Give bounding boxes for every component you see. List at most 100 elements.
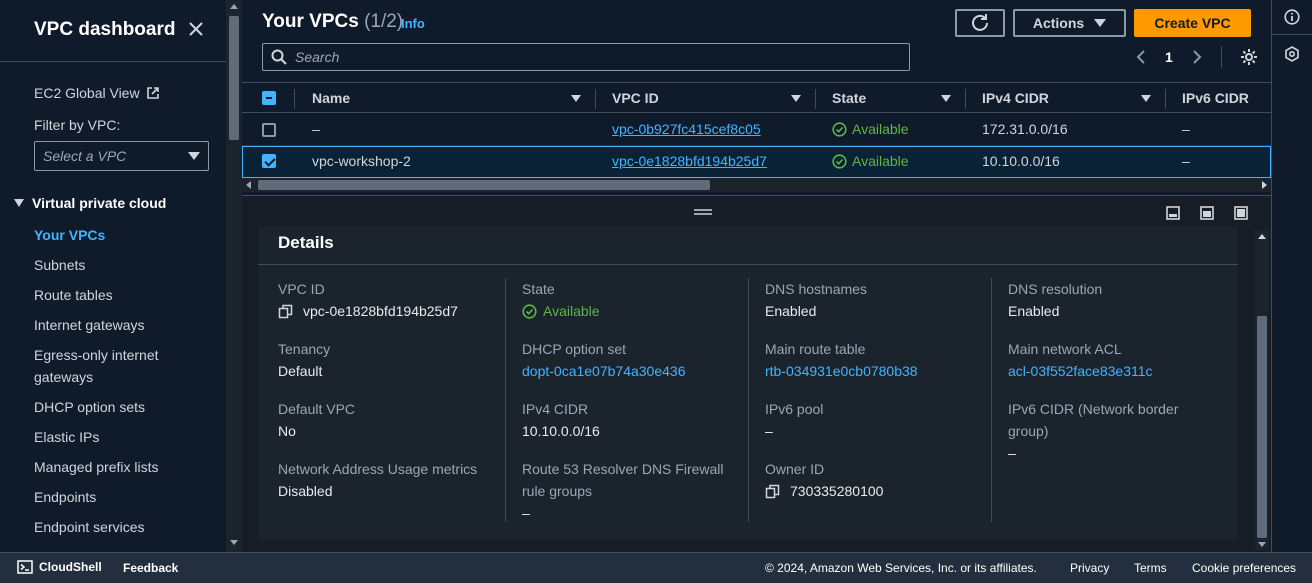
sort-icon[interactable]	[1141, 95, 1151, 102]
sidebar-item-dhcp-option-sets[interactable]: DHCP option sets	[34, 396, 214, 418]
table-row[interactable]: – vpc-0b927fc415cef8c05 Available 172.31…	[242, 114, 1271, 146]
detail-label: Owner ID	[765, 461, 825, 477]
check-circle-icon	[832, 121, 847, 137]
selection-count: (1/2)	[364, 11, 404, 32]
detail-label: VPC ID	[278, 281, 325, 297]
vpc-filter-select[interactable]: Select a VPC	[34, 141, 209, 171]
state-label: Available	[852, 153, 909, 169]
detail-tenancy: Tenancy Default	[278, 338, 498, 382]
table-header: Name VPC ID State IPv4 CIDR IPv6 CIDR	[242, 82, 1271, 113]
detail-dhcp-option-set: DHCP option set dopt-0ca1e07b74a30e436	[522, 338, 742, 382]
resize-handle[interactable]	[694, 209, 712, 215]
detail-network-address-usage: Network Address Usage metrics Disabled	[278, 458, 498, 502]
detail-label: DHCP option set	[522, 341, 627, 357]
sidebar-item-your-vpcs[interactable]: Your VPCs	[34, 224, 214, 246]
copyright-text: © 2024, Amazon Web Services, Inc. or its…	[765, 561, 1037, 575]
chevron-right-icon[interactable]	[1191, 50, 1203, 64]
create-vpc-button[interactable]: Create VPC	[1134, 9, 1251, 37]
details-scrollbar[interactable]	[1255, 230, 1269, 550]
scrollbar-thumb[interactable]	[229, 16, 239, 140]
sort-icon[interactable]	[571, 95, 581, 102]
sidebar-item-endpoint-services[interactable]: Endpoint services	[34, 516, 214, 538]
sidebar-item-subnets[interactable]: Subnets	[34, 254, 214, 276]
footer: CloudShell Feedback © 2024, Amazon Web S…	[0, 552, 1312, 583]
info-link[interactable]: Info	[401, 16, 425, 31]
detail-label: Main network ACL	[1008, 341, 1122, 357]
column-header-state[interactable]: State	[832, 90, 866, 106]
panel-middle-icon[interactable]	[1200, 206, 1214, 220]
actions-button[interactable]: Actions	[1013, 9, 1126, 37]
sidebar-nav: Your VPCs Subnets Route tables Internet …	[34, 224, 214, 546]
refresh-button[interactable]	[955, 9, 1005, 37]
scroll-right-icon[interactable]	[1262, 181, 1267, 189]
column-header-ipv4-cidr[interactable]: IPv4 CIDR	[982, 90, 1049, 106]
sidebar-item-internet-gateways[interactable]: Internet gateways	[34, 314, 214, 336]
detail-label: Network Address Usage metrics	[278, 461, 478, 477]
detail-label: Main route table	[765, 341, 866, 357]
search-box[interactable]	[262, 43, 910, 71]
panel-bottom-icon[interactable]	[1166, 206, 1180, 220]
refresh-icon	[972, 14, 988, 31]
section-virtual-private-cloud[interactable]: Virtual private cloud	[14, 195, 166, 211]
row-checkbox[interactable]	[262, 123, 276, 137]
sidebar-item-route-tables[interactable]: Route tables	[34, 284, 214, 306]
detail-label: Default VPC	[278, 401, 356, 417]
dhcp-option-set-link[interactable]: dopt-0ca1e07b74a30e436	[522, 360, 742, 382]
scroll-down-icon[interactable]	[1258, 542, 1266, 547]
detail-main-route-table: Main route table rtb-034931e0cb0780b38	[765, 338, 985, 382]
terms-link[interactable]: Terms	[1134, 561, 1167, 575]
cookie-preferences-link[interactable]: Cookie preferences	[1192, 561, 1296, 575]
sidebar-item-egress-only-internet-gateways[interactable]: Egress-only internet gateways	[34, 344, 214, 388]
close-icon[interactable]	[185, 18, 207, 40]
feedback-link[interactable]: Feedback	[123, 561, 178, 575]
select-all-checkbox[interactable]	[262, 91, 276, 105]
row-checkbox[interactable]	[262, 154, 276, 168]
scroll-left-icon[interactable]	[246, 181, 251, 189]
sidebar-scrollbar[interactable]	[226, 0, 242, 552]
cell-vpc-id-link[interactable]: vpc-0e1828bfd194b25d7	[612, 153, 767, 169]
caret-down-icon	[14, 199, 24, 207]
column-divider	[991, 278, 992, 522]
info-circle-icon[interactable]	[1284, 9, 1300, 25]
scroll-up-icon[interactable]	[1258, 234, 1266, 239]
ec2-global-view-link[interactable]: EC2 Global View	[34, 85, 160, 101]
privacy-link[interactable]: Privacy	[1070, 561, 1109, 575]
sidebar-item-endpoints[interactable]: Endpoints	[34, 486, 214, 508]
main-network-acl-link[interactable]: acl-03f552face83e311c	[1008, 360, 1228, 382]
column-divider	[965, 89, 966, 109]
scroll-up-icon[interactable]	[230, 4, 238, 9]
column-header-name[interactable]: Name	[312, 90, 350, 106]
sidebar-item-elastic-ips[interactable]: Elastic IPs	[34, 426, 214, 448]
scrollbar-thumb[interactable]	[1257, 316, 1267, 538]
gear-icon[interactable]	[1240, 48, 1258, 66]
owner-id-value: 730335280100	[790, 483, 884, 499]
cloudshell-button[interactable]: CloudShell	[17, 560, 102, 574]
table-horizontal-scrollbar[interactable]	[242, 178, 1271, 192]
sort-icon[interactable]	[941, 95, 951, 102]
cell-vpc-id-link[interactable]: vpc-0b927fc415cef8c05	[612, 121, 761, 137]
detail-ipv4-cidr: IPv4 CIDR 10.10.0.0/16	[522, 398, 742, 442]
column-header-vpc-id[interactable]: VPC ID	[612, 90, 659, 106]
panel-full-icon[interactable]	[1234, 206, 1248, 220]
copy-icon[interactable]	[765, 484, 780, 499]
sidebar-item-managed-prefix-lists[interactable]: Managed prefix lists	[34, 456, 214, 478]
scroll-down-icon[interactable]	[230, 540, 238, 545]
column-header-ipv6-cidr[interactable]: IPv6 CIDR	[1182, 90, 1249, 106]
detail-label: Route 53 Resolver DNS Firewall rule grou…	[522, 461, 724, 499]
table-row-selected[interactable]: vpc-workshop-2 vpc-0e1828bfd194b25d7 Ava…	[242, 146, 1271, 178]
search-input[interactable]	[295, 49, 895, 65]
copy-icon[interactable]	[278, 304, 293, 319]
cell-name: vpc-workshop-2	[312, 153, 411, 169]
chevron-left-icon[interactable]	[1135, 50, 1147, 64]
detail-label: DNS hostnames	[765, 281, 867, 297]
column-divider	[748, 278, 749, 522]
cell-ipv4-cidr: 172.31.0.0/16	[982, 121, 1068, 137]
detail-main-network-acl: Main network ACL acl-03f552face83e311c	[1008, 338, 1228, 382]
main-route-table-link[interactable]: rtb-034931e0cb0780b38	[765, 360, 985, 382]
hexagon-icon[interactable]	[1284, 46, 1300, 62]
sort-icon[interactable]	[791, 95, 801, 102]
scrollbar-thumb[interactable]	[258, 180, 710, 190]
detail-value: Enabled	[765, 303, 817, 319]
split-panel: Details VPC ID vpc-0e1828bfd194b25d7 Ten…	[242, 195, 1271, 552]
page-number[interactable]: 1	[1165, 49, 1173, 65]
